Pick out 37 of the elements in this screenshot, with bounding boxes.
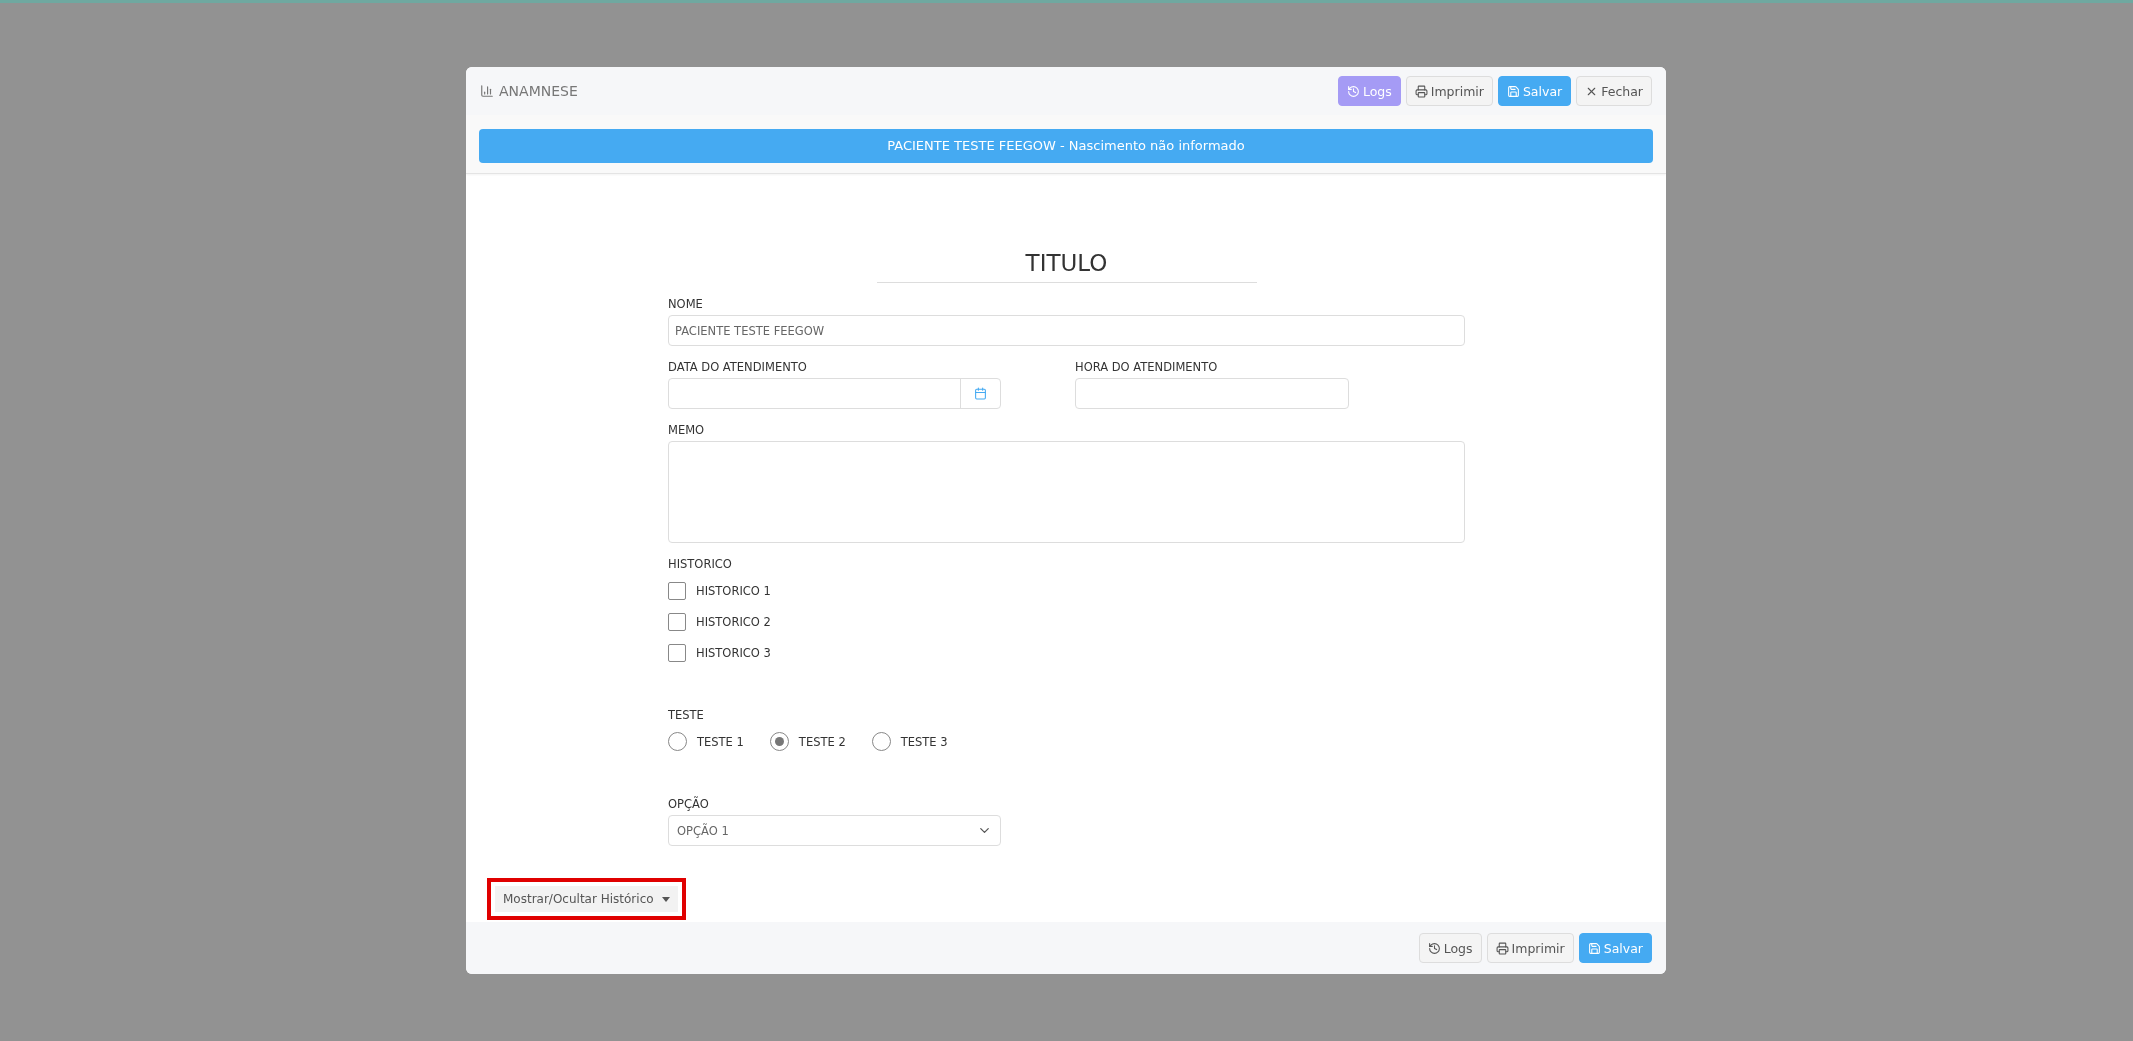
history-icon (1346, 84, 1360, 98)
checkbox-label: HISTORICO 2 (696, 614, 771, 629)
text-input-field[interactable]: PACIENTE TESTE FEEGOW (668, 315, 1465, 346)
form-title: TITULO (876, 250, 1257, 283)
field-label: DATA DO ATENDIMENTO (668, 360, 808, 374)
history-icon (1427, 941, 1441, 955)
radio-label: TESTE 3 (900, 734, 948, 749)
field-label: TESTE (668, 708, 705, 722)
field-label: OPÇÃO (668, 797, 710, 811)
calendar-icon (974, 387, 987, 400)
radio-label: TESTE 2 (798, 734, 846, 749)
checkbox-label: HISTORICO 3 (696, 645, 771, 660)
print-button[interactable]: Imprimir (1486, 933, 1574, 963)
checkbox[interactable] (668, 643, 686, 662)
field-label: MEMO (668, 423, 706, 437)
modal-title: ANAMNESE (499, 83, 578, 99)
date-input-field[interactable] (668, 378, 1001, 409)
save-icon (1587, 941, 1601, 955)
field-label: HORA DO ATENDIMENTO (1075, 360, 1219, 374)
caret-icon (661, 896, 670, 902)
history-toggle-button[interactable]: Mostrar/Ocultar Histórico (495, 886, 678, 912)
field-label: NOME (668, 297, 704, 311)
logs-button[interactable]: Logs (1418, 933, 1482, 963)
close-button[interactable]: Fechar (1576, 76, 1652, 106)
field-label: HISTORICO (668, 557, 733, 571)
print-button[interactable]: Imprimir (1405, 76, 1493, 106)
time-input-field[interactable] (1075, 378, 1349, 409)
checkbox[interactable] (668, 612, 686, 631)
printer-icon (1495, 941, 1509, 955)
patient-banner: PACIENTE TESTE FEEGOW - Nascimento não informado (479, 129, 1653, 163)
select-dropdown[interactable]: OPÇÃO 1 (668, 815, 1001, 846)
radio-label: TESTE 1 (697, 734, 744, 749)
checkbox[interactable] (668, 581, 686, 600)
printer-icon (1414, 84, 1428, 98)
checkbox-label: HISTORICO 1 (696, 583, 771, 598)
save-icon (1506, 84, 1520, 98)
bar-chart-icon (480, 84, 494, 98)
